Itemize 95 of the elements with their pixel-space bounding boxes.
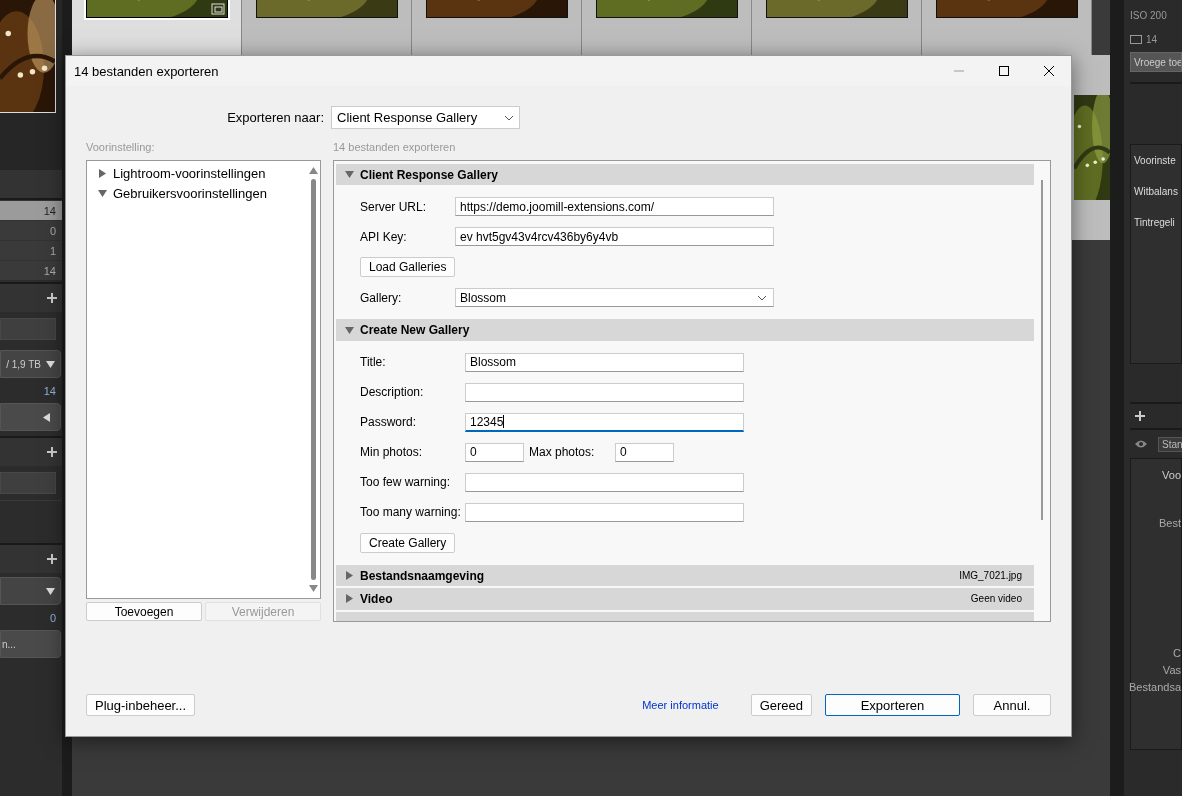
input-field[interactable] bbox=[465, 382, 744, 402]
grid-cell[interactable] bbox=[582, 0, 752, 55]
count-value: 14 bbox=[42, 384, 57, 399]
arrow-up-icon bbox=[307, 165, 319, 176]
add-icon bbox=[1134, 410, 1146, 422]
view-mode-button[interactable]: Stan bbox=[1158, 436, 1182, 452]
action-button[interactable]: Create Gallery bbox=[360, 532, 456, 553]
action-button[interactable]: Load Galleries bbox=[360, 257, 456, 278]
dialog-button[interactable]: Annul. bbox=[973, 694, 1051, 716]
chevron-down-icon bbox=[757, 294, 767, 301]
field-label: Gallery: bbox=[360, 290, 403, 305]
dropdown[interactable]: Client Response Gallery bbox=[331, 106, 520, 129]
input-field[interactable]: ev hvt5gv43v4rcv436by6y4vb bbox=[455, 227, 774, 247]
dialog-button[interactable]: Gereed bbox=[750, 694, 812, 716]
setting-label: Voorinste bbox=[1133, 154, 1177, 168]
scrollbar[interactable] bbox=[1041, 180, 1043, 520]
add-icon bbox=[46, 292, 58, 304]
preset-button[interactable]: Toevoegen bbox=[86, 602, 202, 621]
section-summary: Geen video bbox=[970, 593, 1022, 605]
field-label: Max photos: bbox=[528, 445, 596, 460]
caret-icon bbox=[45, 585, 56, 597]
chevron-down-icon bbox=[504, 114, 514, 121]
section-header[interactable]: Bestandsnaamgeving IMG_7021.jpg bbox=[336, 564, 1034, 587]
panel-button[interactable]: n... bbox=[0, 630, 61, 658]
grid-cell[interactable] bbox=[922, 0, 1092, 55]
close-icon[interactable] bbox=[1042, 65, 1055, 77]
collapsed-icon bbox=[344, 570, 355, 582]
expanded-icon bbox=[344, 324, 355, 336]
count-row[interactable]: 1 bbox=[0, 240, 62, 260]
section-summary: IMG_7021.jpg bbox=[959, 570, 1022, 582]
stack-icon bbox=[210, 3, 225, 15]
section-header[interactable]: Video Geen video bbox=[336, 588, 1034, 610]
window-title: 14 bestanden exporteren bbox=[73, 63, 220, 79]
tree-item[interactable]: Lightroom-voorinstellingen bbox=[113, 166, 266, 181]
grid-cell[interactable] bbox=[242, 0, 412, 55]
grid-cell[interactable] bbox=[412, 0, 582, 55]
collapsed-icon bbox=[344, 593, 355, 605]
metadata-label: Bestandsa bbox=[1129, 681, 1181, 693]
input-field[interactable]: Blossom bbox=[465, 352, 744, 372]
section-header[interactable]: Client Response Gallery bbox=[336, 164, 1034, 186]
dropdown-value: / 1,9 TB bbox=[6, 358, 41, 370]
section-header[interactable]: Create New Gallery bbox=[336, 319, 1034, 341]
add-icon bbox=[46, 553, 58, 565]
grid-cell[interactable] bbox=[72, 0, 242, 55]
field-label: Title: bbox=[360, 355, 387, 370]
section-caption: Voorinstelling: bbox=[86, 141, 156, 154]
setting-label: Witbalans bbox=[1133, 185, 1179, 199]
more-info-link[interactable]: Meer informatie bbox=[642, 699, 719, 711]
metadata-label: Best bbox=[1159, 517, 1181, 529]
panel-header[interactable] bbox=[0, 282, 62, 312]
field-label: Server URL: bbox=[360, 199, 428, 214]
photo-count: 14 bbox=[1146, 33, 1158, 45]
dropdown[interactable]: / 1,9 TB bbox=[0, 350, 61, 378]
input-field[interactable]: 12345 bbox=[465, 412, 744, 432]
input-field[interactable]: 0 bbox=[465, 442, 524, 462]
input-field[interactable]: https://demo.joomill-extensions.com/ bbox=[455, 197, 774, 217]
field-label: Too few warning: bbox=[360, 475, 452, 490]
triangle-left-icon bbox=[41, 411, 52, 423]
tree-item[interactable]: Gebruikersvoorinstellingen bbox=[113, 186, 267, 201]
caret-icon bbox=[45, 358, 56, 370]
metadata-label: Vas bbox=[1162, 664, 1181, 676]
setting-label: Tintregeli bbox=[1133, 216, 1176, 230]
expanded-icon bbox=[344, 169, 355, 181]
metadata-label: C bbox=[1173, 647, 1181, 659]
dropdown[interactable] bbox=[0, 577, 61, 605]
count-row[interactable]: 14 bbox=[0, 260, 62, 280]
input-field[interactable] bbox=[465, 472, 744, 492]
iso-value: ISO 200 bbox=[1130, 9, 1167, 21]
count-value: 0 bbox=[48, 611, 57, 626]
frame-icon bbox=[1130, 34, 1142, 44]
section-caption: 14 bestanden exporteren bbox=[333, 141, 457, 154]
dropdown[interactable]: Blossom bbox=[455, 288, 774, 308]
arrow-down-icon bbox=[307, 583, 319, 594]
maximize-icon[interactable] bbox=[997, 65, 1010, 77]
input-field[interactable]: 0 bbox=[615, 442, 674, 462]
panel-header[interactable] bbox=[0, 436, 62, 466]
grid-cell[interactable] bbox=[752, 0, 922, 55]
field-label: Password: bbox=[360, 415, 418, 430]
count-row[interactable]: 0 bbox=[0, 220, 62, 240]
search-field[interactable] bbox=[0, 318, 56, 340]
count-row[interactable]: 14 bbox=[0, 200, 62, 220]
eye-icon bbox=[1134, 439, 1148, 449]
field-label: Min photos: bbox=[360, 445, 424, 460]
field-label: Too many warning: bbox=[360, 505, 462, 520]
panel-button[interactable] bbox=[0, 403, 61, 431]
dialog-button[interactable]: Exporteren bbox=[825, 694, 960, 716]
search-field[interactable] bbox=[0, 472, 56, 494]
field-label: API Key: bbox=[360, 229, 408, 244]
metadata-label: Voo bbox=[1162, 469, 1181, 481]
field-label: Description: bbox=[360, 385, 425, 400]
plugin-manager-button[interactable]: Plug-inbeheer... bbox=[86, 694, 196, 716]
input-field[interactable] bbox=[465, 502, 744, 522]
field-label: Exporteren naar: bbox=[226, 110, 324, 125]
add-icon bbox=[46, 446, 58, 458]
panel-header[interactable] bbox=[0, 543, 62, 573]
